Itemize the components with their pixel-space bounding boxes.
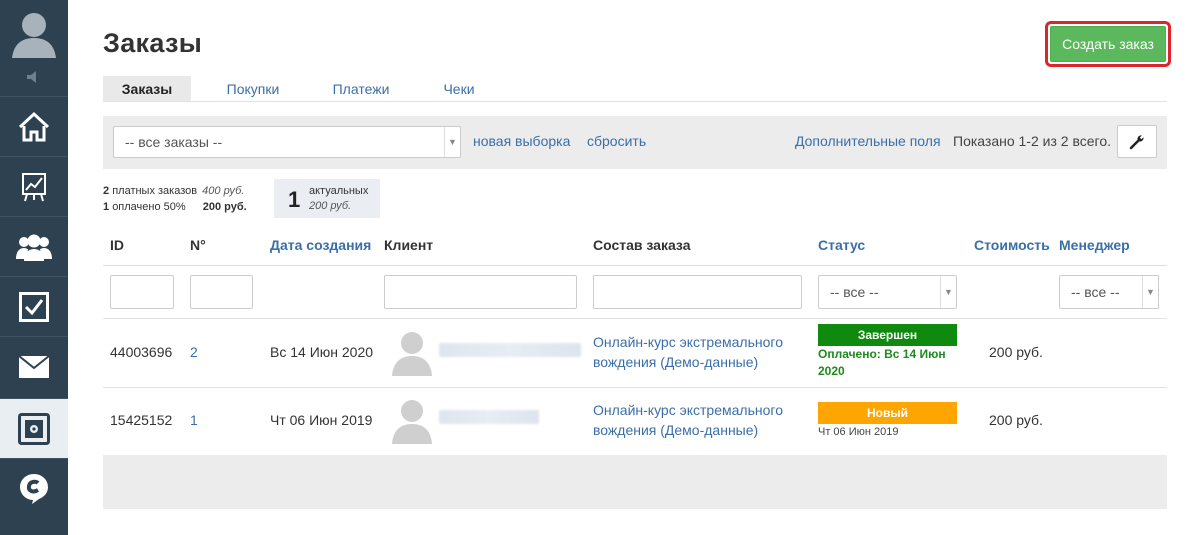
user-avatar-icon	[12, 13, 56, 58]
create-order-highlight: Создать заказ	[1045, 21, 1171, 67]
header-divider	[103, 265, 1167, 266]
paid-ratio-label: оплачено 50%	[112, 201, 186, 213]
tab-orders[interactable]: Заказы	[103, 76, 191, 101]
order-number-link[interactable]: 1	[190, 412, 198, 428]
actual-orders-sum: 200 руб.	[309, 200, 352, 212]
paid-ratio-sum: 200 руб.	[202, 201, 247, 213]
column-header-cost[interactable]: Стоимость	[974, 237, 1050, 253]
sidebar-item-sales[interactable]	[0, 398, 68, 458]
order-id: 15425152	[110, 412, 173, 428]
sales-icon	[18, 412, 50, 445]
tasks-icon	[19, 291, 49, 322]
status-filter-value: -- все --	[830, 284, 879, 300]
actual-orders-box[interactable]: 1 актуальных 200 руб.	[274, 179, 380, 218]
chevron-down-icon: ▼	[940, 276, 956, 308]
column-header-id: ID	[110, 237, 124, 253]
users-icon	[16, 234, 52, 261]
reset-link[interactable]: сбросить	[587, 133, 646, 149]
orders-filter-select[interactable]: -- все заказы -- ▼	[113, 126, 461, 158]
row-divider	[103, 387, 1167, 388]
table-footer	[103, 455, 1167, 509]
chevron-down-icon: ▼	[444, 127, 460, 157]
sidebar-item-home[interactable]	[0, 96, 68, 156]
paid-orders-label: платных заказов	[112, 185, 198, 197]
product-line-2: вождения (Демо-данные)	[593, 354, 759, 370]
settings-button[interactable]	[1117, 125, 1157, 158]
client-avatar-icon	[392, 400, 432, 444]
status-filter-select[interactable]: -- все -- ▼	[818, 275, 957, 309]
extra-fields-link[interactable]: Дополнительные поля	[795, 133, 941, 149]
product-line-2: вождения (Демо-данные)	[593, 422, 759, 438]
column-header-created[interactable]: Дата создания	[270, 237, 371, 253]
order-stats: 2 платных заказов 400 руб. 1 оплачено 50…	[103, 183, 247, 215]
sidebar-item-reports[interactable]	[0, 156, 68, 216]
sidebar	[0, 0, 68, 535]
order-cost: 200 руб.	[989, 344, 1043, 360]
order-number-link[interactable]: 2	[190, 344, 198, 360]
status-date: Чт 06 Июн 2019	[818, 426, 899, 438]
tab-payments[interactable]: Платежи	[317, 76, 405, 101]
tabs: Заказы Покупки Платежи Чеки	[103, 76, 1167, 102]
order-cost: 200 руб.	[989, 412, 1043, 428]
order-created: Вс 14 Июн 2020	[270, 344, 374, 360]
home-icon	[18, 111, 50, 141]
orders-filter-value: -- все заказы --	[125, 134, 223, 150]
shown-count: Показано 1-2 из 2 всего.	[953, 133, 1111, 149]
product-line-1: Онлайн-курс экстремального	[593, 334, 783, 350]
new-selection-link[interactable]: новая выборка	[473, 133, 570, 149]
client-filter-input[interactable]	[384, 275, 577, 309]
mail-icon	[19, 355, 49, 378]
product-line-1: Онлайн-курс экстремального	[593, 402, 783, 418]
actual-orders-text: актуальных 200 руб.	[309, 184, 368, 214]
row-divider	[103, 318, 1167, 319]
tab-purchases[interactable]: Покупки	[210, 76, 296, 101]
order-id: 44003696	[110, 344, 173, 360]
number-filter-input[interactable]	[190, 275, 253, 309]
manager-filter-value: -- все --	[1071, 284, 1120, 300]
order-product-link[interactable]: Онлайн-курс экстремального вождения (Дем…	[593, 332, 783, 372]
chat-icon	[20, 473, 48, 504]
paid-orders-sum: 400 руб.	[202, 185, 245, 197]
client-name-redacted[interactable]	[439, 343, 581, 357]
sound-icon[interactable]	[0, 58, 68, 96]
column-header-items: Состав заказа	[593, 237, 691, 253]
page-title: Заказы	[103, 28, 203, 58]
payment-note-line-1: Оплачено: Вс 14 Июн	[818, 347, 946, 361]
order-product-link[interactable]: Онлайн-курс экстремального вождения (Дем…	[593, 400, 783, 440]
sidebar-item-users[interactable]	[0, 216, 68, 276]
create-order-button[interactable]: Создать заказ	[1050, 26, 1166, 62]
client-avatar-icon	[392, 332, 432, 376]
order-created: Чт 06 Июн 2019	[270, 412, 373, 428]
payment-note: Оплачено: Вс 14 Июн 2020	[818, 346, 958, 380]
tab-receipts[interactable]: Чеки	[431, 76, 487, 101]
sidebar-item-mail[interactable]	[0, 336, 68, 396]
actual-orders-count: 1	[288, 187, 301, 212]
column-header-client: Клиент	[384, 237, 434, 253]
paid-orders-count: 2	[103, 185, 110, 197]
column-header-status[interactable]: Статус	[818, 237, 865, 253]
payment-note-line-2: 2020	[818, 364, 845, 378]
manager-filter-select[interactable]: -- все -- ▼	[1059, 275, 1159, 309]
id-filter-input[interactable]	[110, 275, 174, 309]
client-name-redacted[interactable]	[439, 410, 539, 424]
wrench-icon	[1129, 134, 1144, 149]
paid-ratio-count: 1	[103, 201, 110, 213]
chart-icon	[22, 172, 46, 201]
sidebar-item-tasks[interactable]	[0, 276, 68, 336]
actual-orders-label: актуальных	[309, 185, 369, 197]
sidebar-item-chat[interactable]	[0, 458, 68, 518]
column-header-number: N°	[190, 237, 206, 253]
column-header-manager[interactable]: Менеджер	[1059, 237, 1130, 253]
chevron-down-icon: ▼	[1142, 276, 1158, 308]
filter-bar: -- все заказы -- ▼ новая выборка сбросит…	[103, 116, 1167, 169]
status-badge: Новый	[818, 402, 957, 424]
user-avatar[interactable]	[0, 0, 68, 58]
status-badge: Завершен	[818, 324, 957, 346]
items-filter-input[interactable]	[593, 275, 802, 309]
main-content: Заказы Создать заказ Заказы Покупки Плат…	[103, 0, 1171, 535]
